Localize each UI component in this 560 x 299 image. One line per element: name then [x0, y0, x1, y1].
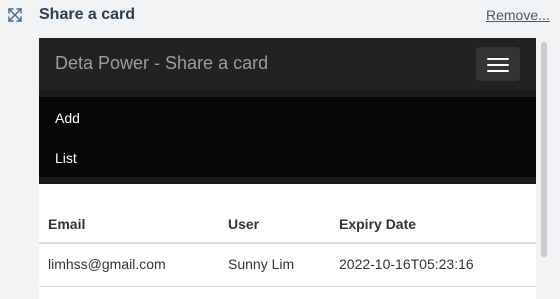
row-divider	[39, 286, 536, 287]
navbar: Deta Power - Share a card	[39, 38, 536, 91]
menu-item-add[interactable]: Add	[55, 110, 80, 126]
column-header-email: Email	[48, 216, 86, 232]
cell-user: Sunny Lim	[228, 256, 295, 272]
column-header-expiry: Expiry Date	[339, 216, 417, 232]
menu-toggle-button[interactable]	[476, 47, 520, 81]
nav-menu: Add List	[39, 97, 536, 177]
menu-item-list[interactable]: List	[55, 150, 77, 166]
column-header-user: User	[228, 216, 260, 232]
card-panel: Share a card Remove... Deta Power - Shar…	[0, 0, 560, 299]
navbar-brand[interactable]: Deta Power - Share a card	[55, 53, 268, 74]
panel-header: Share a card Remove...	[0, 0, 560, 32]
scrollbar-thumb[interactable]	[541, 42, 547, 257]
panel-title: Share a card	[39, 6, 136, 23]
table-header-divider	[39, 242, 536, 244]
app-frame: Deta Power - Share a card Add List Email…	[39, 38, 536, 299]
menu-divider	[39, 177, 536, 184]
collapse-arrows-icon[interactable]	[7, 7, 23, 23]
remove-link[interactable]: Remove...	[486, 7, 550, 23]
scrollbar[interactable]	[540, 38, 548, 299]
cell-email: limhss@gmail.com	[48, 256, 166, 272]
cell-expiry: 2022-10-16T05:23:16	[339, 256, 474, 272]
menu-divider	[39, 90, 536, 97]
